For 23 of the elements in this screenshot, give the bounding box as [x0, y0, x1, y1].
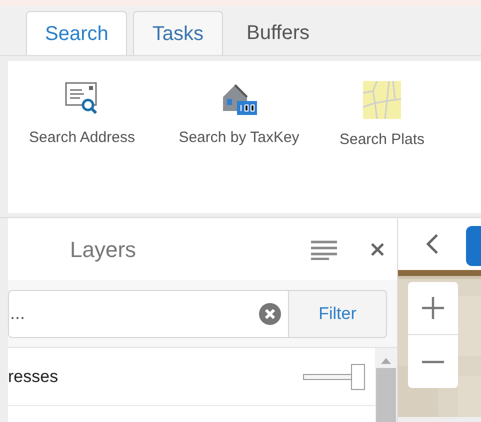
scroll-up-icon[interactable] [381, 358, 391, 364]
tool-button[interactable]: Search by TaxKey [156, 81, 322, 150]
map-button[interactable] [466, 226, 481, 266]
filter-field[interactable]: ... [8, 290, 289, 338]
close-icon[interactable] [370, 242, 385, 257]
parcel-map-icon [363, 81, 401, 119]
chevron-left-icon[interactable] [425, 233, 439, 255]
clear-icon[interactable] [258, 302, 282, 326]
tab[interactable]: Buffers [228, 11, 328, 55]
scrollbar[interactable] [375, 348, 397, 422]
tool-button[interactable]: Search Address [8, 81, 156, 150]
filter-button[interactable]: Filter [289, 290, 387, 338]
tab[interactable]: Search [26, 11, 128, 55]
envelope-search-icon [64, 81, 100, 117]
tool-button[interactable]: Search Plats [322, 81, 442, 152]
layer-name: resses [8, 366, 58, 388]
plus-icon [422, 297, 444, 319]
menu-icon[interactable] [310, 240, 338, 260]
minus-icon [422, 360, 444, 364]
opacity-slider[interactable] [303, 364, 365, 390]
panel-title: Layers [70, 236, 136, 264]
slider-thumb[interactable] [351, 364, 365, 390]
tab[interactable]: Tasks [133, 11, 222, 55]
